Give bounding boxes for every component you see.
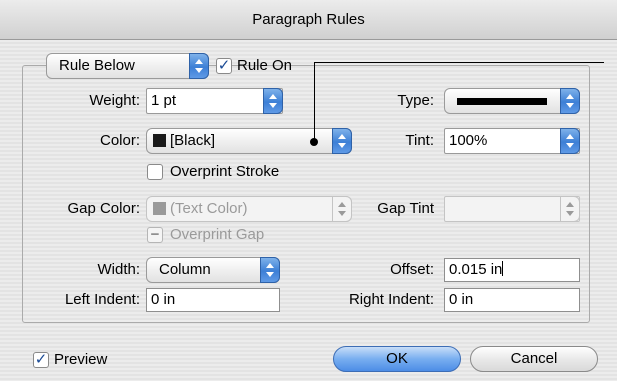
- text-cursor: [502, 261, 504, 276]
- width-popup[interactable]: Column: [146, 257, 280, 283]
- tint-value: 100%: [449, 132, 488, 149]
- right-indent-label: Right Indent:: [348, 291, 434, 308]
- callout-line-vertical: [314, 62, 315, 142]
- overprint-stroke-checkbox[interactable]: [147, 164, 163, 180]
- rule-on-checkbox[interactable]: ✓: [216, 58, 232, 74]
- callout-dot: [310, 138, 318, 146]
- right-indent-input[interactable]: 0 in: [444, 288, 580, 312]
- popup-arrows-icon: [560, 128, 580, 154]
- gap-color-label: Gap Color:: [67, 200, 140, 217]
- callout-line-horizontal: [314, 62, 604, 63]
- popup-arrows-icon: [332, 196, 352, 222]
- type-popup[interactable]: [444, 88, 580, 114]
- solid-line-icon: [457, 98, 547, 105]
- tint-combo[interactable]: 100%: [444, 128, 580, 154]
- popup-arrows-icon: [189, 53, 209, 79]
- left-indent-value: 0 in: [151, 291, 176, 308]
- gap-color-value: (Text Color): [170, 200, 248, 217]
- black-swatch-icon: [153, 134, 166, 147]
- overprint-stroke-label: Overprint Stroke: [170, 163, 280, 180]
- rule-on-label: Rule On: [237, 57, 293, 74]
- popup-arrows-icon: [332, 128, 352, 154]
- offset-value: 0.015 in: [449, 261, 503, 278]
- popup-arrows-icon: [263, 88, 283, 114]
- weight-combo[interactable]: 1 pt: [146, 88, 283, 114]
- gap-tint-label: Gap Tint: [377, 200, 434, 217]
- type-label: Type:: [397, 92, 434, 109]
- title-bar: Paragraph Rules: [0, 0, 617, 40]
- ok-button[interactable]: OK: [333, 346, 461, 372]
- left-indent-label: Left Indent:: [64, 291, 140, 308]
- weight-value: 1 pt: [151, 92, 177, 109]
- window-title: Paragraph Rules: [252, 11, 365, 28]
- right-indent-value: 0 in: [449, 291, 474, 308]
- offset-label: Offset:: [390, 261, 434, 278]
- left-indent-input[interactable]: 0 in: [146, 288, 280, 312]
- dialog-content: Rule Below ✓ Rule On Weight: 1 pt Type: …: [0, 40, 617, 381]
- weight-label: Weight:: [89, 92, 140, 109]
- width-value: Column: [159, 261, 211, 278]
- color-value: [Black]: [170, 132, 216, 149]
- popup-arrows-icon: [560, 196, 580, 222]
- text-color-swatch-icon: [153, 202, 166, 215]
- gap-tint-combo[interactable]: [444, 196, 580, 222]
- popup-arrows-icon: [260, 257, 280, 283]
- preview-checkbox[interactable]: ✓: [33, 352, 49, 368]
- color-label: Color:: [99, 132, 140, 149]
- overprint-gap-checkbox[interactable]: −: [147, 227, 163, 243]
- offset-input[interactable]: 0.015 in: [444, 258, 580, 282]
- width-label: Width:: [97, 261, 140, 278]
- preview-label: Preview: [54, 351, 108, 368]
- tint-label: Tint:: [405, 132, 434, 149]
- gap-color-popup[interactable]: (Text Color): [146, 196, 352, 222]
- overprint-gap-label: Overprint Gap: [170, 226, 265, 243]
- rule-type-value: Rule Below: [59, 57, 135, 74]
- rule-type-popup[interactable]: Rule Below: [46, 53, 209, 79]
- popup-arrows-icon: [560, 88, 580, 114]
- cancel-button[interactable]: Cancel: [470, 346, 598, 372]
- color-popup[interactable]: [Black]: [146, 128, 352, 154]
